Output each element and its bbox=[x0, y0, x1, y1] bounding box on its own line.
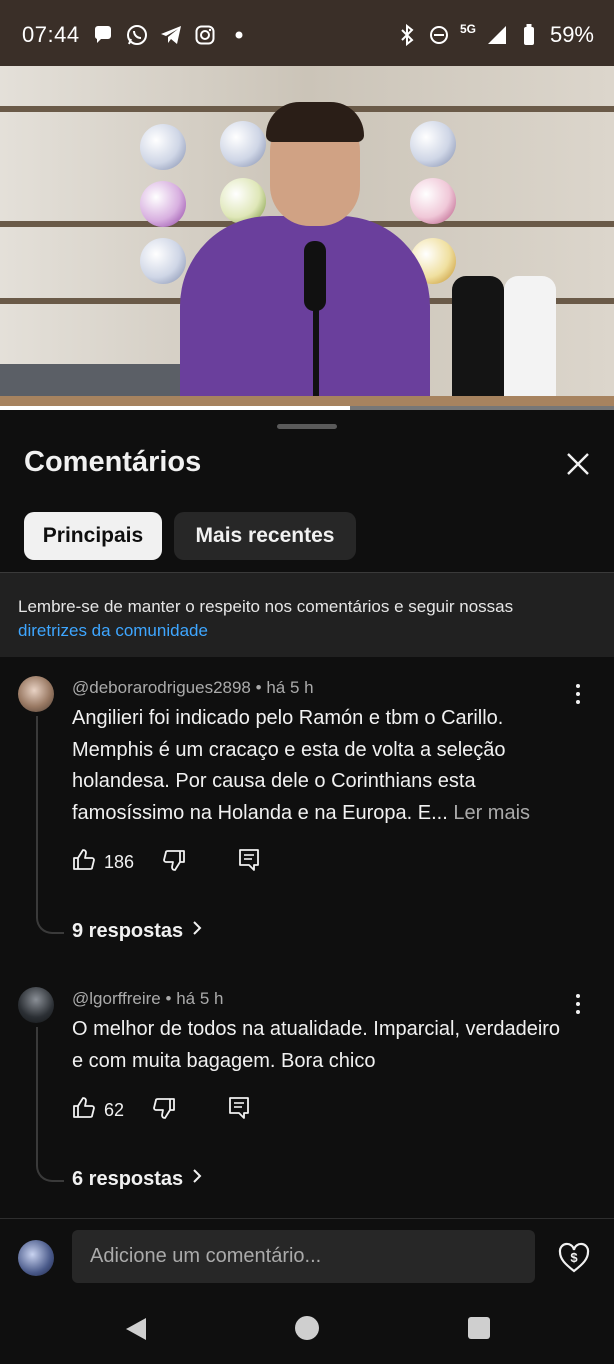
svg-text:$: $ bbox=[570, 1250, 578, 1265]
replies-count: 9 respostas bbox=[72, 919, 184, 942]
chevron-right-icon bbox=[191, 1167, 203, 1191]
dot-icon bbox=[228, 24, 250, 46]
dnd-icon bbox=[428, 24, 450, 46]
home-icon[interactable] bbox=[295, 1316, 319, 1340]
comment-author[interactable]: @lgorffreire bbox=[72, 989, 161, 1008]
comment-body: O melhor de todos na atualidade. Imparci… bbox=[72, 1014, 572, 1077]
telegram-icon bbox=[160, 24, 182, 46]
notice-text: Lembre-se de manter o respeito nos comen… bbox=[18, 597, 514, 616]
battery-icon bbox=[518, 24, 540, 46]
recent-apps-icon[interactable] bbox=[468, 1317, 490, 1339]
comment-time: há 5 h bbox=[176, 989, 224, 1008]
reply-icon bbox=[238, 848, 260, 877]
comment-body: Angilieri foi indicado pelo Ramón e tbm … bbox=[72, 703, 572, 829]
avatar[interactable] bbox=[18, 676, 54, 712]
dislike-button[interactable] bbox=[152, 1096, 176, 1125]
status-bar: 07:44 5G 59% bbox=[0, 0, 614, 66]
thumbs-up-icon bbox=[72, 1096, 96, 1125]
status-time: 07:44 bbox=[22, 22, 80, 47]
bluetooth-icon bbox=[396, 24, 418, 46]
avatar[interactable] bbox=[18, 1240, 54, 1276]
comments-title: Comentários bbox=[24, 446, 202, 478]
comment-actions: 62 bbox=[72, 1095, 250, 1125]
meta-separator: • bbox=[255, 678, 267, 697]
drag-handle[interactable] bbox=[277, 424, 337, 429]
replies-count: 6 respostas bbox=[72, 1167, 184, 1190]
comment-text: O melhor de todos na atualidade. Imparci… bbox=[72, 1018, 561, 1072]
network-label: 5G bbox=[459, 22, 476, 36]
more-options-icon[interactable] bbox=[566, 992, 590, 1016]
comment-author[interactable]: @deborarodrigues2898 bbox=[72, 678, 251, 697]
close-icon[interactable] bbox=[562, 448, 594, 480]
chip-top-comments[interactable]: Principais bbox=[24, 512, 162, 560]
comments-sheet: Comentários Principais Mais recentes Lem… bbox=[0, 410, 614, 1364]
thumbs-down-icon bbox=[152, 1096, 176, 1125]
battery-percent: 59% bbox=[549, 22, 594, 47]
read-more-link[interactable]: Ler mais bbox=[453, 802, 530, 824]
divider bbox=[0, 1218, 614, 1219]
comment-input[interactable]: Adicione um comentário... bbox=[72, 1230, 535, 1283]
thumbs-up-icon bbox=[72, 848, 96, 877]
video-player[interactable] bbox=[0, 66, 614, 410]
like-count: 62 bbox=[104, 1099, 125, 1120]
thread-line bbox=[36, 716, 64, 934]
reply-button[interactable] bbox=[228, 1096, 250, 1125]
view-replies-button[interactable]: 9 respostas bbox=[72, 919, 203, 943]
community-notice: Lembre-se de manter o respeito nos comen… bbox=[0, 573, 614, 657]
back-icon[interactable] bbox=[124, 1316, 148, 1347]
whatsapp-icon bbox=[126, 24, 148, 46]
chip-newest-comments[interactable]: Mais recentes bbox=[174, 512, 356, 560]
comment-time: há 5 h bbox=[266, 678, 314, 697]
comment-actions: 186 bbox=[72, 847, 260, 877]
like-button[interactable]: 186 bbox=[72, 848, 134, 877]
meta-separator: • bbox=[165, 989, 177, 1008]
reply-button[interactable] bbox=[238, 848, 260, 877]
like-count: 186 bbox=[104, 851, 135, 872]
signal-icon bbox=[486, 24, 508, 46]
thread-line bbox=[36, 1027, 64, 1182]
instagram-icon bbox=[194, 24, 216, 46]
community-guidelines-link[interactable]: diretrizes da comunidade bbox=[18, 621, 208, 640]
avatar[interactable] bbox=[18, 987, 54, 1023]
view-replies-button[interactable]: 6 respostas bbox=[72, 1167, 203, 1191]
thumbs-down-icon bbox=[162, 848, 186, 877]
chat-bubble-icon bbox=[92, 24, 114, 46]
reply-icon bbox=[228, 1096, 250, 1125]
chevron-right-icon bbox=[191, 919, 203, 943]
comment-text: Angilieri foi indicado pelo Ramón e tbm … bbox=[72, 707, 506, 824]
super-thanks-icon[interactable]: $ bbox=[556, 1240, 592, 1276]
dislike-button[interactable] bbox=[162, 848, 186, 877]
like-button[interactable]: 62 bbox=[72, 1096, 124, 1125]
